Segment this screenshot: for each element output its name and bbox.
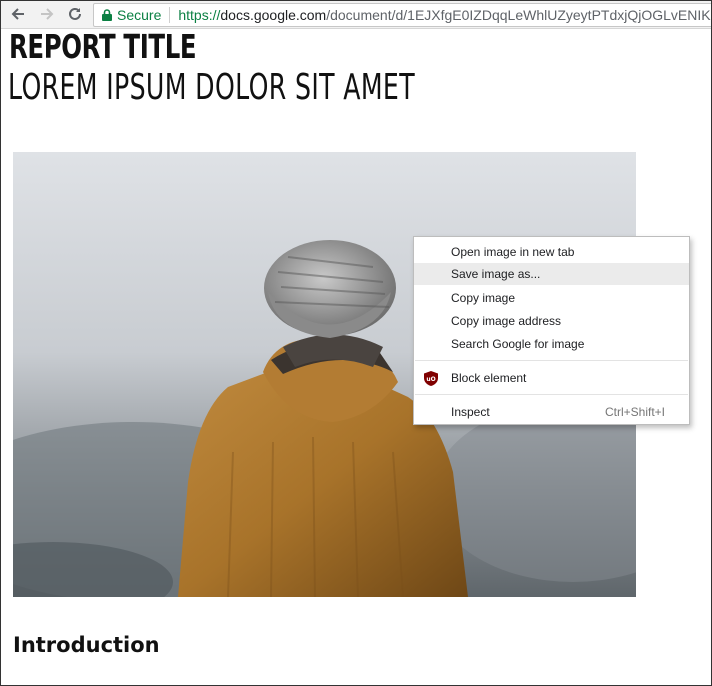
menu-item-copy-image[interactable]: Copy image [414,287,689,309]
image-context-menu: Open image in new tab Save image as... C… [413,236,690,425]
menu-item-label: Search Google for image [451,337,585,351]
menu-item-label: Inspect [451,405,490,419]
omnibox-divider [169,7,171,23]
url-protocol: https:// [178,7,221,23]
back-button[interactable] [7,4,29,24]
menu-item-label: Open image in new tab [451,245,575,259]
forward-button[interactable] [36,4,58,24]
svg-text:uO: uO [426,376,435,383]
menu-separator [415,394,688,395]
browser-toolbar: Secure https://docs.google.com/document/… [1,1,712,29]
security-indicator[interactable]: Secure [94,7,161,23]
menu-item-label: Copy image address [451,314,562,328]
secure-label: Secure [117,7,162,23]
report-title: REPORT TITLE [9,27,197,66]
lock-icon [102,9,112,21]
browser-window: Secure https://docs.google.com/document/… [0,0,712,686]
forward-arrow-icon [41,8,54,20]
menu-separator [415,360,688,361]
url-host: docs.google.com [220,7,327,23]
menu-item-label: Save image as... [451,267,541,281]
menu-item-block-element[interactable]: uO Block element [414,367,689,389]
report-subtitle: LOREM IPSUM DOLOR SIT AMET [8,67,415,108]
menu-item-search-google-image[interactable]: Search Google for image [414,333,689,355]
menu-item-inspect[interactable]: Inspect Ctrl+Shift+I [414,401,689,423]
menu-item-label: Copy image [451,291,516,305]
url-text[interactable]: https://docs.google.com/document/d/1EJXf… [178,7,712,23]
reload-icon [69,7,81,20]
menu-item-copy-image-address[interactable]: Copy image address [414,310,689,332]
address-bar[interactable]: Secure https://docs.google.com/document/… [93,3,712,27]
menu-item-save-image-as[interactable]: Save image as... [414,263,689,285]
menu-item-label: Block element [451,371,527,385]
back-arrow-icon [11,8,24,20]
reload-button[interactable] [64,4,86,24]
url-path: /document/d/1EJXfgE0IZDqqLeWhlUZyeytPTdx… [326,7,712,23]
menu-item-open-image-new-tab[interactable]: Open image in new tab [414,241,689,263]
section-heading-introduction: Introduction [13,633,160,657]
menu-item-shortcut: Ctrl+Shift+I [604,405,665,419]
ublock-shield-icon: uO [424,371,438,386]
